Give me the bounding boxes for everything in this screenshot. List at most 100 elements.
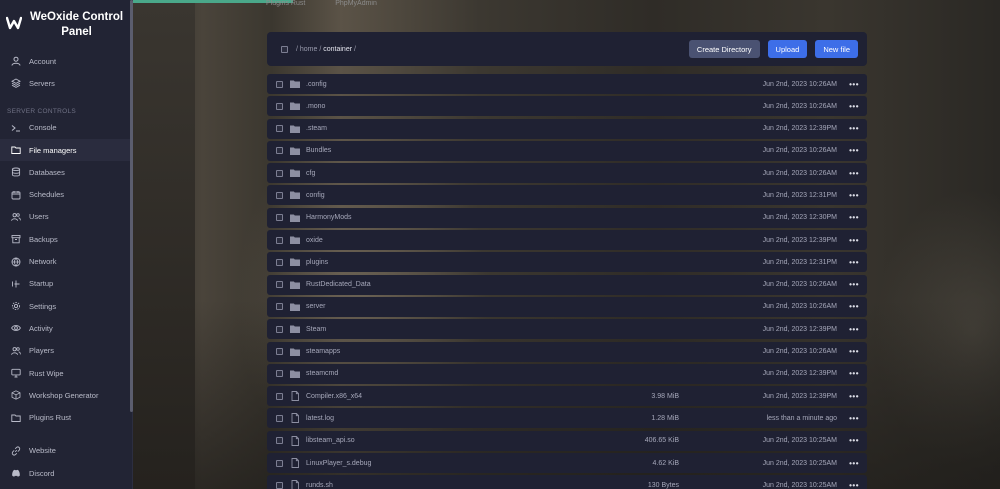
file-row[interactable]: LinuxPlayer_s.debug 4.62 KiB Jun 2nd, 2023… [267, 453, 867, 474]
file-name[interactable]: latest.log [306, 415, 589, 422]
sidebar-scrollbar[interactable] [130, 0, 133, 412]
file-name[interactable]: plugins [306, 259, 589, 266]
row-menu-button[interactable]: ••• [837, 213, 859, 222]
sidebar-item-rust-wipe[interactable]: Rust Wipe [0, 362, 132, 384]
sidebar-item-discord[interactable]: Discord [0, 462, 132, 484]
row-menu-button[interactable]: ••• [837, 369, 859, 378]
file-row[interactable]: RustDedicated_Data Jun 2nd, 2023 10:26AM •… [267, 274, 867, 295]
file-name[interactable]: steamcmd [306, 370, 589, 377]
row-menu-button[interactable]: ••• [837, 481, 859, 489]
file-row[interactable]: server Jun 2nd, 2023 10:26AM ••• [267, 296, 867, 317]
file-name[interactable]: cfg [306, 170, 589, 177]
new-file-button[interactable]: New file [815, 40, 858, 58]
row-checkbox[interactable] [276, 191, 283, 199]
file-name[interactable]: oxide [306, 237, 589, 244]
sidebar-item-network[interactable]: Network [0, 250, 132, 272]
breadcrumb-current[interactable]: container [323, 46, 352, 53]
file-row[interactable]: .steam Jun 2nd, 2023 12:39PM ••• [267, 118, 867, 139]
row-checkbox[interactable] [276, 392, 283, 400]
row-checkbox[interactable] [276, 481, 283, 489]
file-name[interactable]: LinuxPlayer_s.debug [306, 460, 589, 467]
file-row[interactable]: steamcmd Jun 2nd, 2023 12:39PM ••• [267, 363, 867, 384]
file-row[interactable]: .config Jun 2nd, 2023 10:26AM ••• [267, 74, 867, 94]
file-name[interactable]: Bundles [306, 147, 589, 154]
breadcrumb-root[interactable]: / home / [296, 46, 321, 53]
sidebar-item-users[interactable]: Users [0, 206, 132, 228]
row-menu-button[interactable]: ••• [837, 347, 859, 356]
row-menu-button[interactable]: ••• [837, 414, 859, 423]
select-all-checkbox[interactable] [281, 45, 288, 53]
row-checkbox[interactable] [276, 169, 283, 177]
file-row[interactable]: oxide Jun 2nd, 2023 12:39PM ••• [267, 230, 867, 251]
file-row[interactable]: runds.sh 130 Bytes Jun 2nd, 2023 10:25AM ••… [267, 475, 867, 489]
file-row[interactable]: steamapps Jun 2nd, 2023 10:26AM ••• [267, 341, 867, 362]
file-row[interactable]: .mono Jun 2nd, 2023 10:26AM ••• [267, 96, 867, 117]
file-name[interactable]: .mono [306, 103, 589, 110]
sidebar-item-players[interactable]: Players [0, 340, 132, 362]
file-name[interactable]: Compiler.x86_x64 [306, 393, 589, 400]
row-menu-button[interactable]: ••• [837, 146, 859, 155]
row-checkbox[interactable] [276, 414, 283, 422]
file-row[interactable]: latest.log 1.28 MiB less than a minute ago… [267, 408, 867, 429]
sidebar-item-backups[interactable]: Backups [0, 228, 132, 250]
file-row[interactable]: cfg Jun 2nd, 2023 10:26AM ••• [267, 163, 867, 184]
row-menu-button[interactable]: ••• [837, 392, 859, 401]
create-directory-button[interactable]: Create Directory [688, 40, 760, 58]
file-name[interactable]: steamapps [306, 348, 589, 355]
row-menu-button[interactable]: ••• [837, 459, 859, 468]
file-row[interactable]: Compiler.x86_x64 3.98 MiB Jun 2nd, 2023 12… [267, 386, 867, 407]
row-menu-button[interactable]: ••• [837, 325, 859, 334]
file-row[interactable]: HarmonyMods Jun 2nd, 2023 12:30PM ••• [267, 207, 867, 228]
sidebar-item-settings[interactable]: Settings [0, 295, 132, 317]
file-name[interactable]: HarmonyMods [306, 214, 589, 221]
row-checkbox[interactable] [276, 303, 283, 311]
file-row[interactable]: config Jun 2nd, 2023 12:31PM ••• [267, 185, 867, 206]
sidebar-item-account[interactable]: Account [0, 50, 132, 72]
file-name[interactable]: libsteam_api.so [306, 437, 589, 444]
row-checkbox[interactable] [276, 370, 283, 378]
row-checkbox[interactable] [276, 214, 283, 222]
file-name[interactable]: Steam [306, 326, 589, 333]
sidebar-item-console[interactable]: Console [0, 117, 132, 139]
row-checkbox[interactable] [276, 325, 283, 333]
top-link-phpmyadmin[interactable]: PhpMyAdmin [335, 0, 377, 7]
row-menu-button[interactable]: ••• [837, 80, 859, 89]
sidebar-item-workshop-generator[interactable]: Workshop Generator [0, 384, 132, 406]
sidebar-item-databases[interactable]: Databases [0, 161, 132, 183]
row-menu-button[interactable]: ••• [837, 302, 859, 311]
row-checkbox[interactable] [276, 102, 283, 110]
file-row[interactable]: libsteam_api.so 406.65 KiB Jun 2nd, 2023 1… [267, 430, 867, 451]
sidebar-item-servers[interactable]: Servers [0, 72, 132, 94]
sidebar-item-website[interactable]: Website [0, 440, 132, 462]
file-name[interactable]: runds.sh [306, 482, 589, 489]
row-checkbox[interactable] [276, 125, 283, 133]
upload-button[interactable]: Upload [767, 40, 808, 58]
file-name[interactable]: server [306, 303, 589, 310]
top-link-plugins-rust[interactable]: Plugins Rust [266, 0, 305, 7]
sidebar-item-file-managers[interactable]: File managers [0, 138, 132, 162]
row-menu-button[interactable]: ••• [837, 169, 859, 178]
brand[interactable]: WeOxide Control Panel [0, 0, 132, 50]
row-menu-button[interactable]: ••• [837, 280, 859, 289]
file-row[interactable]: Steam Jun 2nd, 2023 12:39PM ••• [267, 319, 867, 340]
row-menu-button[interactable]: ••• [837, 236, 859, 245]
row-menu-button[interactable]: ••• [837, 102, 859, 111]
sidebar-item-startup[interactable]: Startup [0, 273, 132, 295]
row-checkbox[interactable] [276, 437, 283, 445]
row-checkbox[interactable] [276, 258, 283, 266]
sidebar-item-schedules[interactable]: Schedules [0, 183, 132, 205]
file-name[interactable]: .config [306, 81, 589, 88]
file-row[interactable]: Bundles Jun 2nd, 2023 10:26AM ••• [267, 140, 867, 161]
row-menu-button[interactable]: ••• [837, 258, 859, 267]
row-menu-button[interactable]: ••• [837, 436, 859, 445]
row-checkbox[interactable] [276, 348, 283, 356]
row-menu-button[interactable]: ••• [837, 124, 859, 133]
file-row[interactable]: plugins Jun 2nd, 2023 12:31PM ••• [267, 252, 867, 273]
sidebar-item-activity[interactable]: Activity [0, 317, 132, 339]
file-name[interactable]: config [306, 192, 589, 199]
row-checkbox[interactable] [276, 80, 283, 88]
file-name[interactable]: RustDedicated_Data [306, 281, 589, 288]
row-checkbox[interactable] [276, 236, 283, 244]
row-checkbox[interactable] [276, 281, 283, 289]
row-checkbox[interactable] [276, 459, 283, 467]
